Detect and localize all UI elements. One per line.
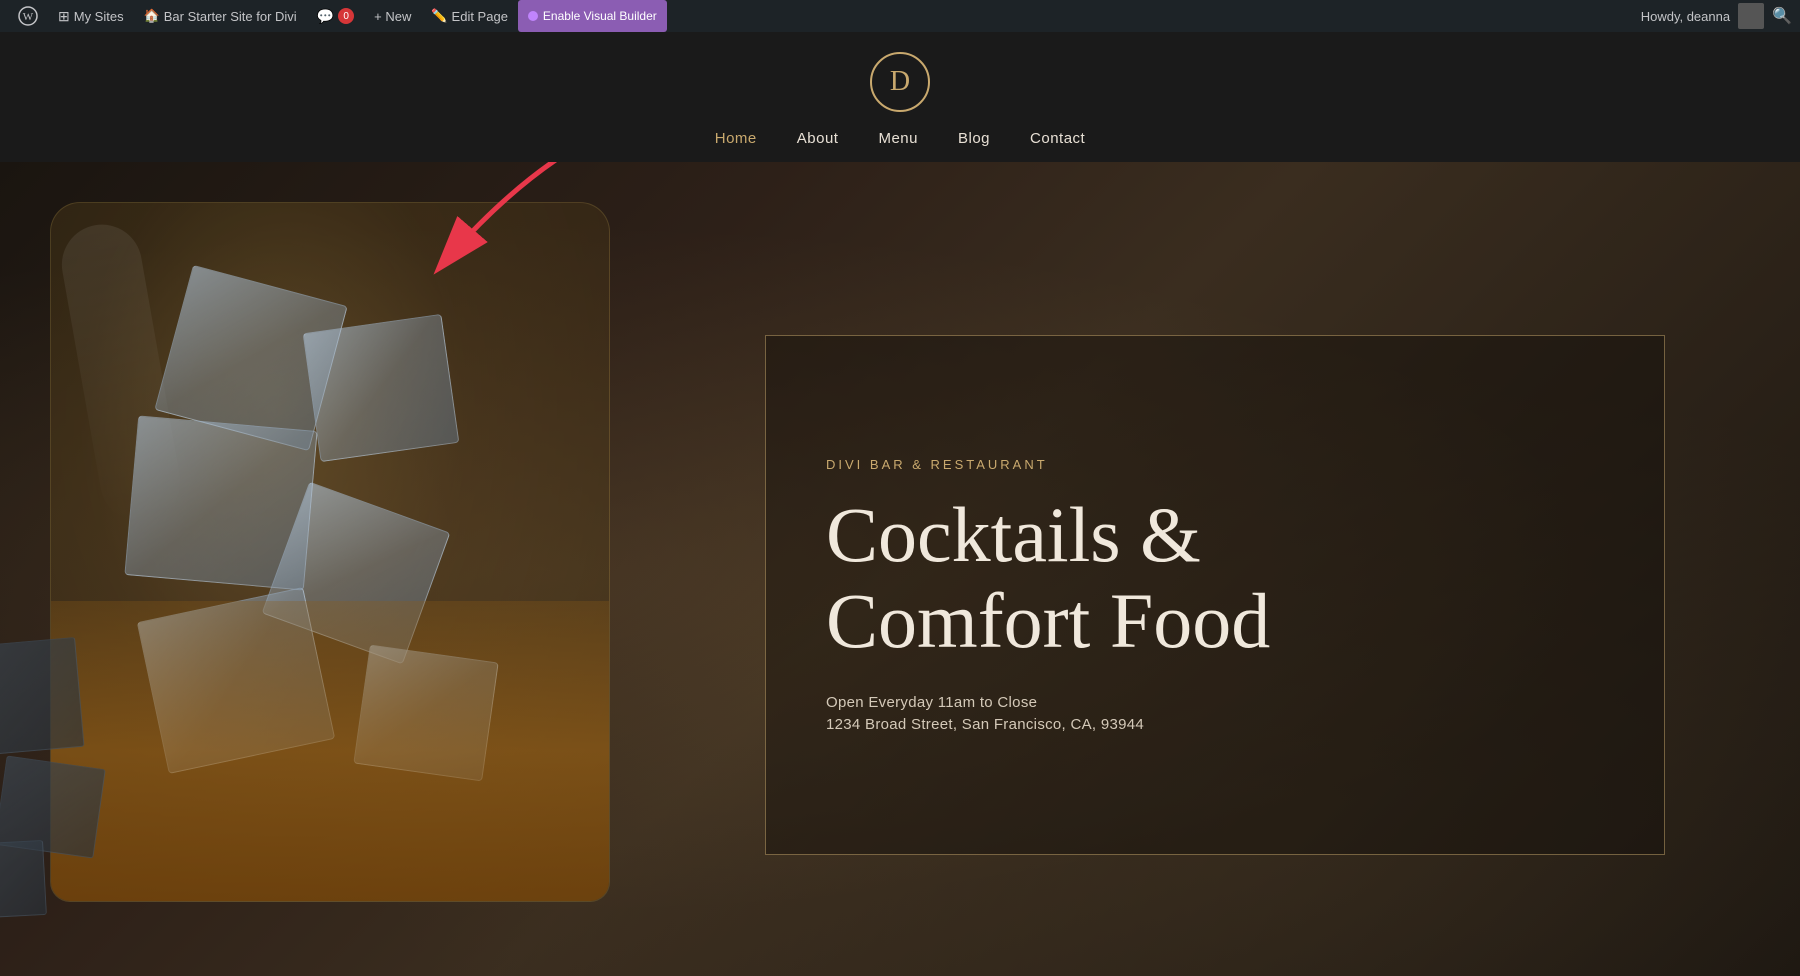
- edit-page-item[interactable]: ✏️ Edit Page: [421, 0, 518, 32]
- comments-item[interactable]: 💬 0: [307, 0, 364, 32]
- enable-visual-builder-button[interactable]: Enable Visual Builder: [518, 0, 667, 32]
- hero-headline: Cocktails & Comfort Food: [826, 492, 1604, 664]
- comment-icon: 💬: [317, 8, 334, 25]
- nav-home[interactable]: Home: [715, 130, 757, 147]
- site-header: D Home About Menu Blog Contact: [0, 32, 1800, 162]
- nav-about[interactable]: About: [797, 130, 839, 147]
- hero-address: 1234 Broad Street, San Francisco, CA, 93…: [826, 716, 1604, 733]
- hero-hours: Open Everyday 11am to Close: [826, 694, 1604, 711]
- ice-cube-2: [303, 314, 460, 462]
- wp-logo-item[interactable]: W: [8, 0, 48, 32]
- new-item[interactable]: + New: [364, 0, 421, 32]
- admin-bar: W ⊞ My Sites 🏠 Bar Starter Site for Divi…: [0, 0, 1800, 32]
- home-icon: 🏠: [144, 8, 160, 24]
- svg-text:W: W: [23, 11, 34, 23]
- nav-contact[interactable]: Contact: [1030, 130, 1085, 147]
- search-icon[interactable]: 🔍: [1772, 6, 1792, 26]
- site-logo[interactable]: D: [870, 52, 930, 112]
- site-name-item[interactable]: 🏠 Bar Starter Site for Divi: [134, 0, 307, 32]
- pencil-icon: ✏️: [431, 8, 447, 24]
- logo-letter: D: [890, 66, 910, 98]
- user-avatar: [1738, 3, 1764, 29]
- site-nav: Home About Menu Blog Contact: [715, 130, 1085, 147]
- howdy-text: Howdy, deanna: [1641, 9, 1730, 24]
- nav-menu[interactable]: Menu: [878, 130, 918, 147]
- my-sites-item[interactable]: ⊞ My Sites: [48, 0, 134, 32]
- comments-count: 0: [338, 8, 354, 24]
- cocktail-glass-image: [0, 162, 720, 956]
- hero-content-box: DIVI BAR & RESTAURANT Cocktails & Comfor…: [765, 335, 1665, 855]
- wordpress-icon: W: [18, 6, 38, 26]
- hero-headline-line2: Comfort Food: [826, 577, 1270, 664]
- divi-logo-icon: [528, 11, 538, 21]
- hero-headline-line1: Cocktails &: [826, 491, 1201, 578]
- hero-details: Open Everyday 11am to Close 1234 Broad S…: [826, 694, 1604, 733]
- hero-section: DIVI BAR & RESTAURANT Cocktails & Comfor…: [0, 162, 1800, 976]
- grid-icon: ⊞: [58, 8, 70, 25]
- hero-eyebrow: DIVI BAR & RESTAURANT: [826, 457, 1604, 472]
- nav-blog[interactable]: Blog: [958, 130, 990, 147]
- admin-bar-right: Howdy, deanna 🔍: [1641, 3, 1792, 29]
